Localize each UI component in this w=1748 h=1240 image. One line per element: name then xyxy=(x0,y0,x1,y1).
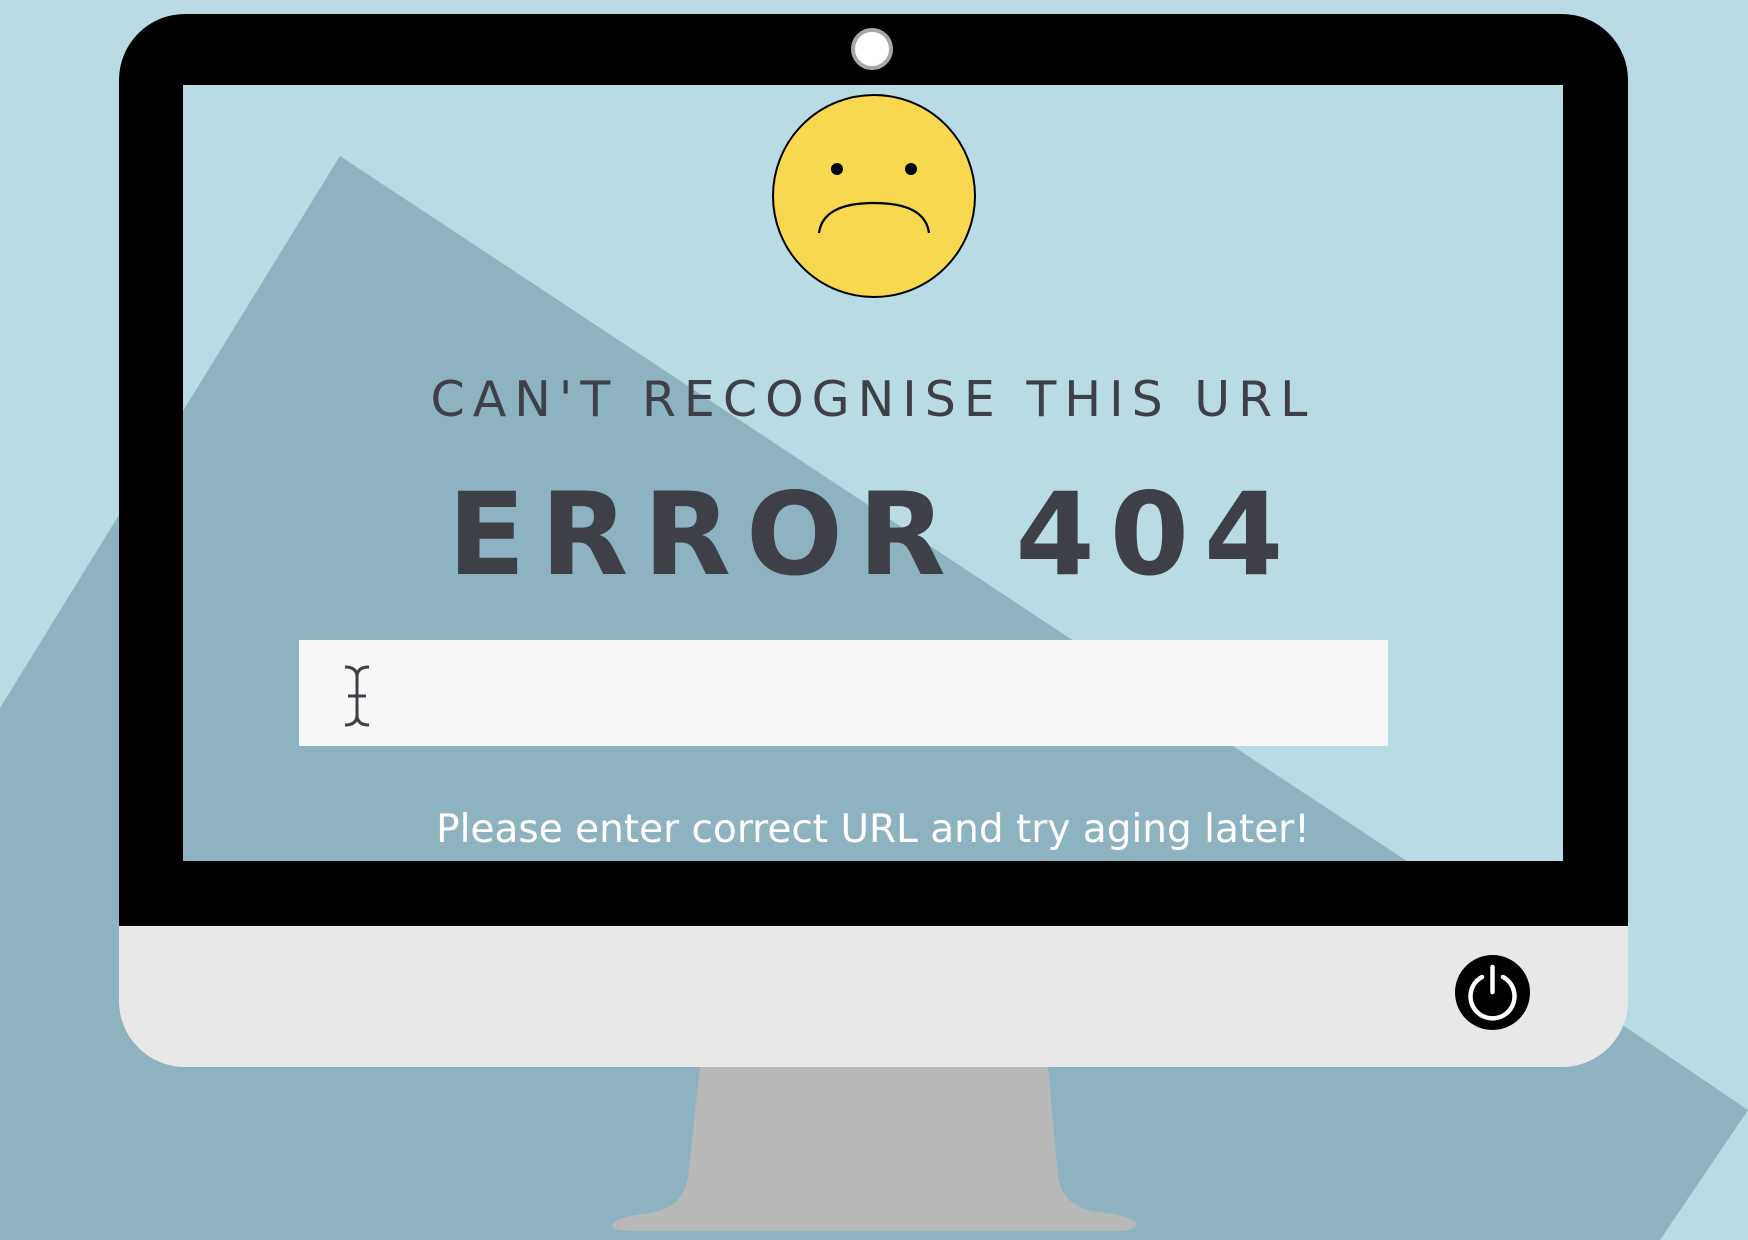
error-subtitle: CAN'T RECOGNISE THIS URL xyxy=(430,371,1316,428)
power-button[interactable] xyxy=(1455,955,1530,1030)
monitor-stand xyxy=(611,1067,1137,1231)
power-icon xyxy=(1468,964,1517,1021)
url-input[interactable] xyxy=(299,640,1388,746)
monitor-screen: CAN'T RECOGNISE THIS URL ERROR 404 Pleas… xyxy=(183,85,1563,861)
sad-face-icon xyxy=(772,94,976,298)
monitor-chin xyxy=(119,926,1628,1067)
error-headline: ERROR 404 xyxy=(447,468,1299,601)
webcam-icon xyxy=(851,28,893,70)
error-hint: Please enter correct URL and try aging l… xyxy=(436,807,1310,852)
